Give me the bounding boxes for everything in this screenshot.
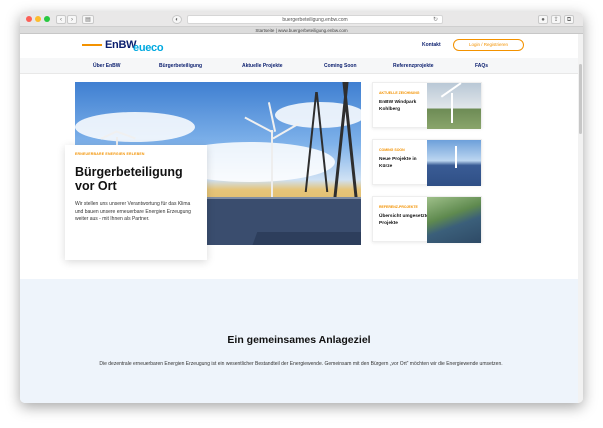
tile-kicker: REFERENZ-PROJEKTE xyxy=(379,205,418,209)
nav-item-coming-soon[interactable]: Coming Soon xyxy=(324,63,357,69)
maximize-window-icon[interactable] xyxy=(44,16,50,22)
hero-kicker: ERNEUERBARE ENERGIEN ERLEBEN xyxy=(75,152,145,156)
anlageziel-section: Ein gemeinsames Anlageziel Die dezentral… xyxy=(20,279,578,403)
hero-text: Wir stellen uns unserer Verantwortung fü… xyxy=(75,201,191,222)
url-text: buergerbeteiligung.enbw.com xyxy=(282,17,348,23)
eueco-logo-text: eueco xyxy=(133,42,164,54)
reload-icon[interactable]: ↻ xyxy=(433,16,438,24)
browser-toolbar: ‹ › ▤ ◐ buergerbeteiligung.enbw.com ↻ ● … xyxy=(20,12,583,27)
login-register-button[interactable]: Login / Registrieren xyxy=(453,39,524,51)
page-title: Bürgerbeteiligung vor Ort xyxy=(75,165,197,193)
section-text: Die dezentrale erneuerbaren Energien Erz… xyxy=(99,361,503,367)
minimize-window-icon[interactable] xyxy=(35,16,41,22)
page-title-line-1: Bürgerbeteiligung xyxy=(75,165,183,179)
main-nav: Über EnBW Bürgerbeteiligung Aktuelle Pro… xyxy=(20,58,578,74)
tile-title: Übersicht umgesetzte Projekte xyxy=(379,214,429,226)
tile-referenz-projekte[interactable]: REFERENZ-PROJEKTE Übersicht umgesetzte P… xyxy=(372,196,482,243)
tab-bar[interactable]: Startseite | www.buergerbeteiligung.enbw… xyxy=(20,27,583,34)
tile-title: Neue Projekte in Kürze xyxy=(379,157,417,169)
solar-field-image xyxy=(427,140,481,186)
sidebar-icon[interactable]: ▤ xyxy=(82,15,94,24)
tile-kicker: COMING SOON xyxy=(379,148,405,152)
nav-item-ueber-enbw[interactable]: Über EnBW xyxy=(93,63,121,69)
back-icon[interactable]: ‹ xyxy=(56,15,66,24)
address-bar[interactable]: buergerbeteiligung.enbw.com ↻ xyxy=(187,15,443,24)
share-icon[interactable]: ⇪ xyxy=(551,15,561,24)
screenshot-canvas: ‹ › ▤ ◐ buergerbeteiligung.enbw.com ↻ ● … xyxy=(0,0,603,428)
hero-card: ERNEUERBARE ENERGIEN ERLEBEN Bürgerbetei… xyxy=(65,145,207,260)
site-header: EnBW eueco Kontakt Login / Registrieren xyxy=(20,34,578,58)
nav-item-buergerbeteiligung[interactable]: Bürgerbeteiligung xyxy=(159,63,202,69)
tabs-overview-icon[interactable]: ⧉ xyxy=(564,15,574,24)
extension-icon[interactable]: ● xyxy=(538,15,548,24)
browser-window: ‹ › ▤ ◐ buergerbeteiligung.enbw.com ↻ ● … xyxy=(20,12,583,403)
nav-item-aktuelle-projekte[interactable]: Aktuelle Projekte xyxy=(242,63,283,69)
nav-item-referenzprojekte[interactable]: Referenzprojekte xyxy=(393,63,434,69)
wind-park-image xyxy=(427,82,481,129)
tile-title: EnBW Windpark Kohlberg xyxy=(379,100,417,112)
close-window-icon[interactable] xyxy=(26,16,32,22)
scrollbar-thumb[interactable] xyxy=(579,64,582,134)
scrollbar[interactable] xyxy=(578,34,583,403)
enbw-logo-line xyxy=(82,44,102,46)
privacy-icon[interactable]: ◐ xyxy=(172,15,182,24)
eueco-logo[interactable]: eueco xyxy=(133,38,164,56)
tab-title: Startseite | www.buergerbeteiligung.enbw… xyxy=(255,28,348,33)
page-title-line-2: vor Ort xyxy=(75,179,117,193)
enbw-logo-text: EnBW xyxy=(105,39,137,51)
section-title: Ein gemeinsames Anlageziel xyxy=(227,334,371,346)
solar-park-aerial-image xyxy=(427,197,481,243)
contact-link[interactable]: Kontakt xyxy=(422,42,441,48)
nav-item-faqs[interactable]: FAQs xyxy=(475,63,488,69)
tile-aktuelle-zeichnung[interactable]: AKTUELLE ZEICHNUNG EnBW Windpark Kohlber… xyxy=(372,82,482,129)
tile-kicker: AKTUELLE ZEICHNUNG xyxy=(379,91,420,95)
tile-coming-soon[interactable]: COMING SOON Neue Projekte in Kürze xyxy=(372,139,482,186)
enbw-logo[interactable]: EnBW xyxy=(82,39,136,51)
forward-icon[interactable]: › xyxy=(67,15,77,24)
